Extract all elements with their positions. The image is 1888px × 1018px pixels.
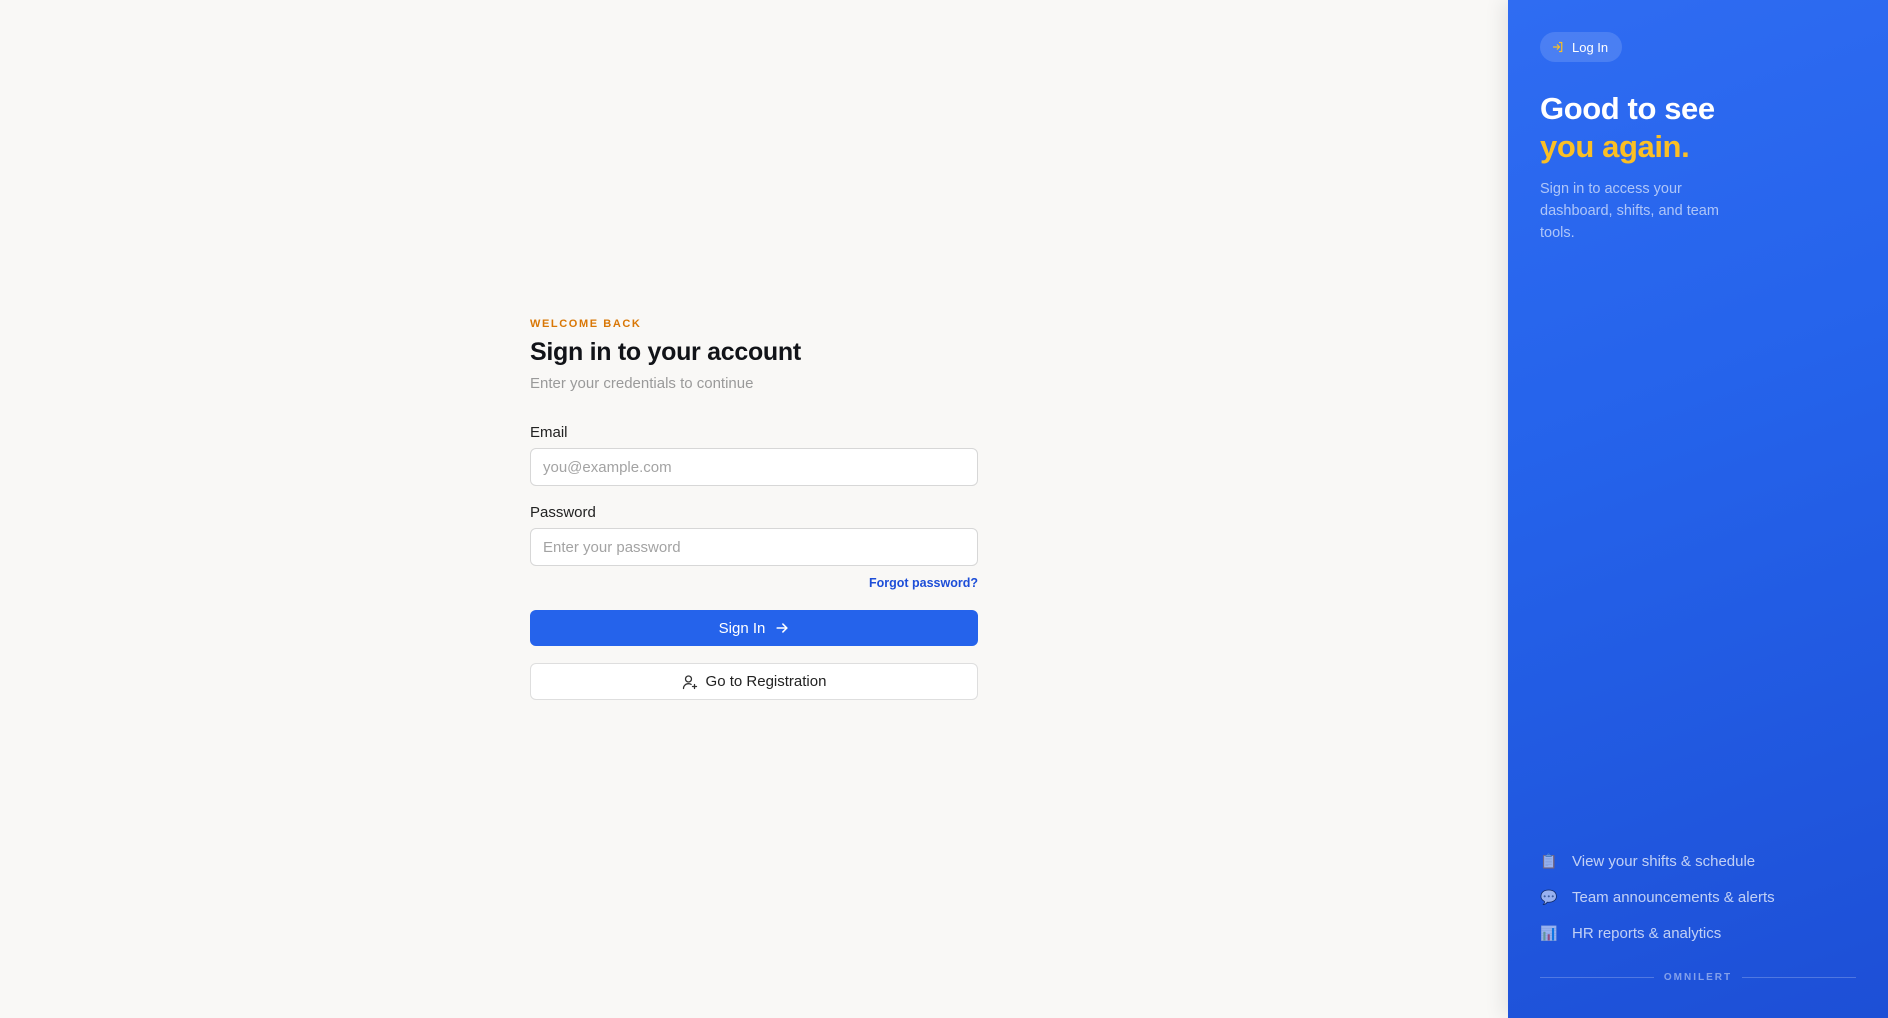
feature-label: Team announcements & alerts [1572,888,1775,906]
panel-description: Sign in to access your dashboard, shifts… [1540,181,1719,241]
user-plus-icon [682,674,697,689]
welcome-panel: Log In Good to see you again. Sign in to… [1508,0,1888,1018]
email-label: Email [530,424,568,441]
email-field[interactable] [530,448,978,486]
arrow-right-icon [776,623,788,633]
forgot-password-link[interactable]: Forgot password? [869,576,978,590]
page-title: Sign in to your account [530,338,801,366]
brand-name: OMNILERT [1663,972,1733,983]
sign-in-button[interactable]: Sign In [530,610,978,646]
login-badge: Log In [1540,32,1623,62]
headline-line-1: Good to see [1540,91,1715,126]
sign-in-label: Sign In [718,619,766,637]
brand-footer: OMNILERT [1540,972,1856,983]
headline-line-2: you again. [1540,129,1690,164]
go-to-registration-button[interactable]: Go to Registration [530,663,978,700]
email-field-group: Email [530,424,978,486]
password-field-group: Password [530,504,978,566]
page-subtitle: Enter your credentials to continue [530,375,754,392]
registration-label: Go to Registration [705,673,827,690]
panel-headline: Good to see you again. [1540,90,1715,166]
password-label: Password [530,504,596,521]
feature-item-shifts: 📋 View your shifts & schedule [1540,843,1775,879]
password-field[interactable] [530,528,978,566]
login-page: WELCOME BACK Sign in to your account Ent… [0,0,1888,1018]
feature-label: View your shifts & schedule [1572,852,1756,870]
forgot-row: Forgot password? [530,574,978,592]
feature-item-announcements: 💬 Team announcements & alerts [1540,879,1775,915]
divider-right [1742,977,1856,978]
clipboard-icon: 📋 [1540,852,1558,869]
login-form: WELCOME BACK Sign in to your account Ent… [530,318,978,700]
speech-bubble-icon: 💬 [1540,888,1558,905]
feature-label: HR reports & analytics [1572,924,1722,942]
feature-list: 📋 View your shifts & schedule 💬 Team ann… [1540,843,1775,951]
login-badge-label: Log In [1572,39,1609,55]
eyebrow-label: WELCOME BACK [530,318,642,330]
log-in-icon [1552,41,1563,53]
bar-chart-icon: 📊 [1540,924,1558,941]
feature-item-reports: 📊 HR reports & analytics [1540,915,1775,951]
divider-left [1540,977,1654,978]
